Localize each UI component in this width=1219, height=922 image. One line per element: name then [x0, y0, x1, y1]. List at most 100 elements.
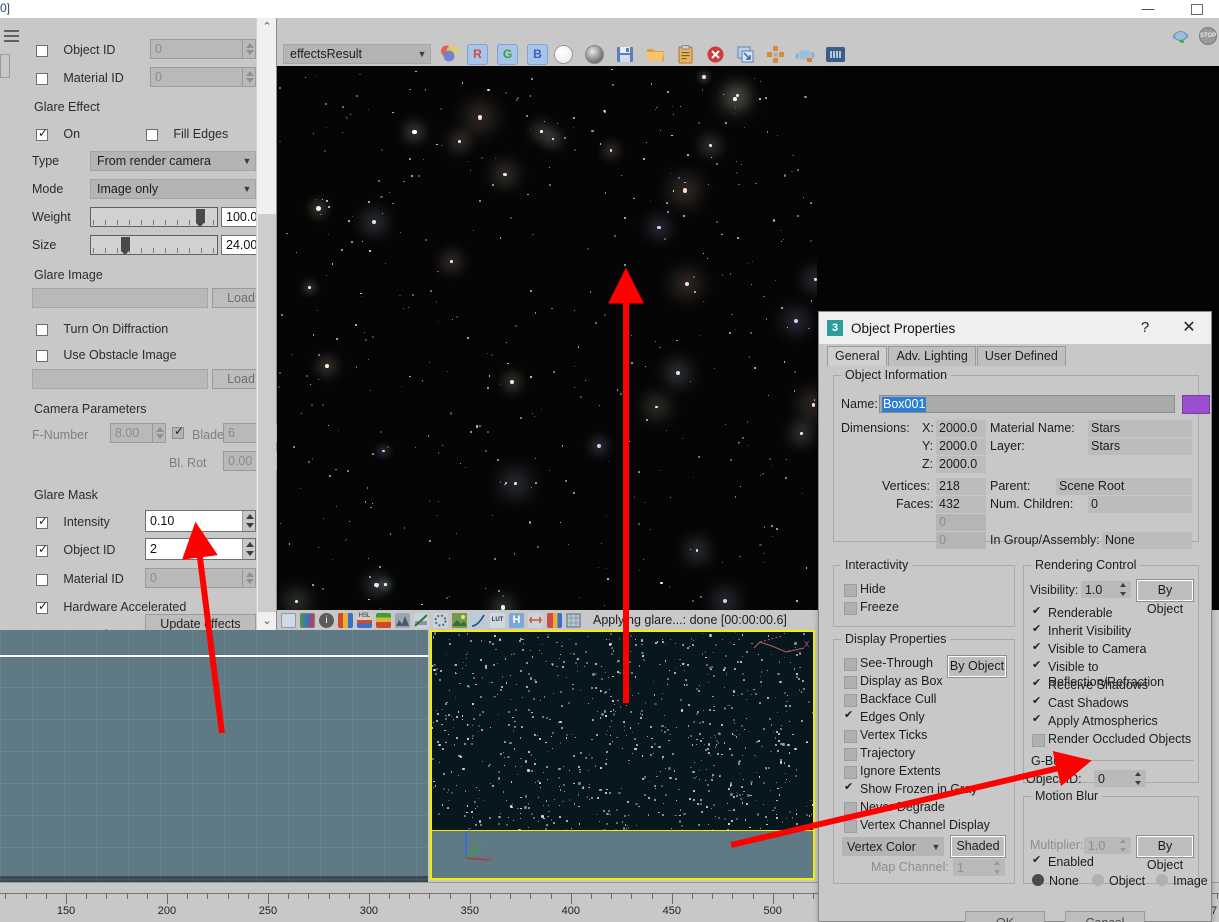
spinner-arrows-icon[interactable]: [1132, 770, 1146, 787]
render-material-id-spinner[interactable]: 0: [150, 67, 256, 87]
spinner-arrows-icon[interactable]: [242, 569, 255, 587]
object-color-swatch[interactable]: [1182, 395, 1210, 414]
vertex-channel-display-checkbox[interactable]: Vertex Channel Display: [844, 818, 990, 833]
copy-image-icon[interactable]: [675, 44, 696, 65]
renderable-checkbox[interactable]: Renderable: [1032, 604, 1113, 621]
visible-to-camera-checkbox[interactable]: Visible to Camera: [1032, 640, 1146, 657]
mask-intensity-row[interactable]: Intensity: [36, 512, 110, 532]
range-icon[interactable]: [528, 612, 543, 628]
render-channel-combo[interactable]: effectsResult ▼: [283, 44, 431, 64]
channels-icon[interactable]: [547, 612, 562, 628]
info-icon[interactable]: i: [319, 612, 334, 628]
spinner-arrows-icon[interactable]: [152, 424, 165, 442]
curves-icon[interactable]: [414, 612, 429, 628]
inherit-visibility-checkbox[interactable]: Inherit Visibility: [1032, 622, 1131, 639]
grid-icon[interactable]: [566, 612, 581, 628]
motion-blur-enabled-checkbox[interactable]: Enabled: [1032, 853, 1094, 870]
green-channel-icon[interactable]: G: [497, 44, 518, 65]
hardware-accelerated-checkbox[interactable]: [36, 599, 49, 614]
command-panel-scrollbar[interactable]: ⌃ ⌄: [256, 18, 276, 630]
spinner-arrows-icon[interactable]: [1117, 581, 1131, 598]
mask-intensity-spinner[interactable]: 0.10: [145, 510, 256, 532]
render-material-id-row[interactable]: Material ID: [36, 68, 124, 88]
glare-weight-slider[interactable]: [90, 207, 218, 227]
multiplier-spinner[interactable]: 1.0: [1084, 837, 1131, 854]
vertex-color-combo[interactable]: Vertex Color ▼: [842, 837, 944, 856]
cancel-button[interactable]: Cancel: [1065, 911, 1145, 922]
perspective-viewport[interactable]: [0, 630, 428, 882]
clear-image-icon[interactable]: [705, 44, 726, 65]
spinner-arrows-icon[interactable]: [242, 511, 255, 531]
panel-collapse-handle[interactable]: [0, 54, 10, 78]
freeze-checkbox[interactable]: Freeze: [844, 600, 899, 615]
spinner-arrows-icon[interactable]: [242, 68, 255, 86]
spinner-arrows-icon[interactable]: [1117, 837, 1131, 854]
dialog-title-bar[interactable]: 3 Object Properties ? ✕: [819, 312, 1211, 344]
turn-on-diffraction-checkbox[interactable]: [36, 323, 48, 336]
highlight-icon[interactable]: H: [509, 612, 524, 628]
mask-object-id-row[interactable]: Object ID: [36, 540, 115, 560]
hsl-icon[interactable]: HSL: [357, 612, 372, 628]
frame-window-icon[interactable]: [281, 612, 296, 628]
glare-image-path-field[interactable]: [32, 288, 208, 308]
mask-object-id-spinner[interactable]: 2: [145, 538, 256, 560]
help-icon[interactable]: ?: [1135, 318, 1155, 338]
tab-adv-lighting[interactable]: Adv. Lighting: [888, 346, 976, 366]
camera-viewport[interactable]: Z y x X: [430, 630, 815, 880]
display-by-object-button[interactable]: By Object: [947, 655, 1007, 678]
object-name-field[interactable]: Box001: [879, 395, 1175, 413]
dimension-z-value[interactable]: 2000.0: [936, 456, 986, 473]
glare-size-slider[interactable]: [90, 235, 218, 255]
color-cast-icon[interactable]: [376, 612, 391, 628]
ignore-extents-checkbox[interactable]: Ignore Extents: [844, 764, 941, 779]
chevron-down-icon[interactable]: ▼: [928, 842, 944, 852]
obstacle-image-path-field[interactable]: [32, 369, 208, 389]
vertex-ticks-checkbox[interactable]: Vertex Ticks: [844, 728, 927, 743]
receive-shadows-checkbox[interactable]: Receive Shadows: [1032, 676, 1148, 693]
turn-on-diffraction-row[interactable]: Turn On Diffraction: [36, 319, 168, 339]
motion-blur-image-radio[interactable]: Image: [1156, 874, 1208, 888]
chevron-down-icon[interactable]: ▼: [239, 156, 255, 166]
scrollbar-thumb[interactable]: [258, 214, 276, 612]
mask-object-id-checkbox[interactable]: [36, 542, 49, 557]
spinner-arrows-icon[interactable]: [991, 859, 1005, 876]
render-elements-object-id-row[interactable]: Object ID: [36, 40, 115, 60]
gamma-icon[interactable]: [433, 612, 448, 628]
trajectory-checkbox[interactable]: Trajectory: [844, 746, 915, 761]
rendering-by-object-button[interactable]: By Object: [1136, 579, 1194, 616]
lut-icon[interactable]: LUT: [490, 612, 505, 628]
dimension-x-value[interactable]: 2000.0: [936, 420, 986, 437]
tab-user-defined[interactable]: User Defined: [976, 346, 1066, 366]
see-through-checkbox[interactable]: See-Through: [844, 656, 933, 671]
slider-thumb[interactable]: [121, 237, 130, 255]
tab-general[interactable]: General: [827, 346, 888, 366]
glare-mode-combo[interactable]: Image only ▼: [90, 179, 256, 199]
apply-atmospherics-checkbox[interactable]: Apply Atmospherics: [1032, 712, 1158, 729]
motion-blur-object-radio[interactable]: Object: [1092, 874, 1145, 888]
fill-edges-row[interactable]: Fill Edges: [146, 124, 228, 144]
render-material-id-checkbox[interactable]: [36, 72, 48, 85]
fill-edges-checkbox[interactable]: [146, 128, 158, 141]
visibility-spinner[interactable]: 1.0: [1081, 581, 1131, 598]
pixel-info-icon[interactable]: [825, 44, 846, 65]
menu-icon[interactable]: [4, 30, 19, 42]
render-object-id-checkbox[interactable]: [36, 44, 48, 57]
blue-channel-icon[interactable]: B: [527, 44, 548, 65]
levels-icon[interactable]: [338, 612, 353, 628]
cast-shadows-checkbox[interactable]: Cast Shadows: [1032, 694, 1129, 711]
f-number-enable-checkbox[interactable]: [172, 424, 185, 439]
window-minimize-button[interactable]: —: [1133, 0, 1163, 18]
mono-channel-icon[interactable]: [585, 45, 604, 64]
mask-material-id-checkbox[interactable]: [36, 573, 48, 586]
render-object-id-spinner[interactable]: 0: [150, 39, 256, 59]
color-balance-icon[interactable]: [300, 612, 315, 628]
shaded-button[interactable]: Shaded: [950, 835, 1006, 858]
chevron-down-icon[interactable]: ▼: [414, 49, 430, 59]
f-number-spinner[interactable]: 8.00: [110, 423, 166, 443]
use-obstacle-image-checkbox[interactable]: [36, 349, 48, 362]
use-obstacle-image-row[interactable]: Use Obstacle Image: [36, 345, 177, 365]
chevron-down-icon[interactable]: ▼: [239, 184, 255, 194]
red-channel-icon[interactable]: R: [467, 44, 488, 65]
display-as-box-checkbox[interactable]: Display as Box: [844, 674, 943, 689]
gbuffer-object-id-spinner[interactable]: 0: [1094, 770, 1146, 787]
